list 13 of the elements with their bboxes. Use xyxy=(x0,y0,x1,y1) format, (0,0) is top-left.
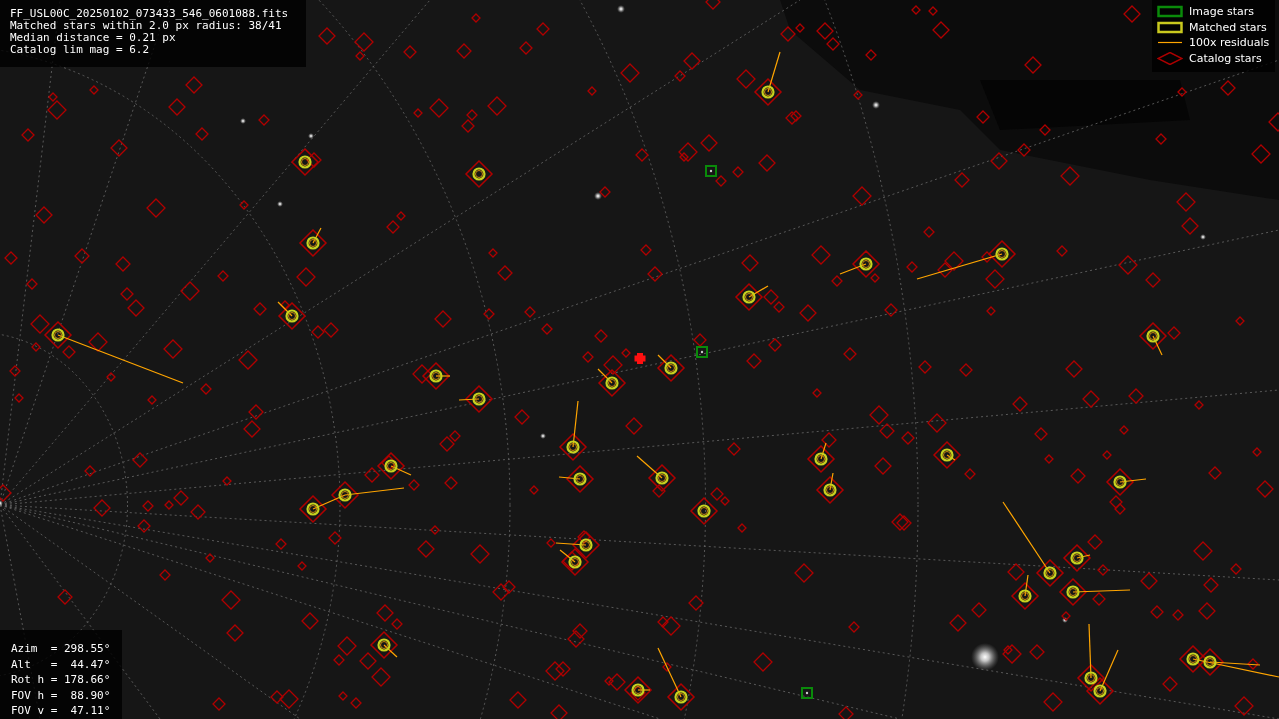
info-text: Matched stars within 2.0 px radius: 38/41 xyxy=(10,20,282,32)
info-text: Catalog lim mag = 6.2 xyxy=(10,44,151,56)
legend-label: Image stars xyxy=(1189,5,1254,19)
legend-label: Catalog stars xyxy=(1189,51,1262,65)
pointing-text: Azim = 298.55° xyxy=(11,641,112,657)
pointing-text: Alt = 44.47° xyxy=(11,656,112,672)
legend-label: Matched stars xyxy=(1189,20,1267,34)
pointing-text: FOV v = 47.11° xyxy=(11,703,112,719)
legend-label: 100x residuals xyxy=(1189,36,1270,50)
info-text: FF_USL00C_20250102_073433_546_0601088.fits xyxy=(10,8,290,20)
pointing-text: FOV h = 88.90° xyxy=(11,687,112,703)
pointing-text: Rot h = 178.66° xyxy=(11,672,112,688)
info-text: Median distance = 0.21 px xyxy=(10,32,177,44)
